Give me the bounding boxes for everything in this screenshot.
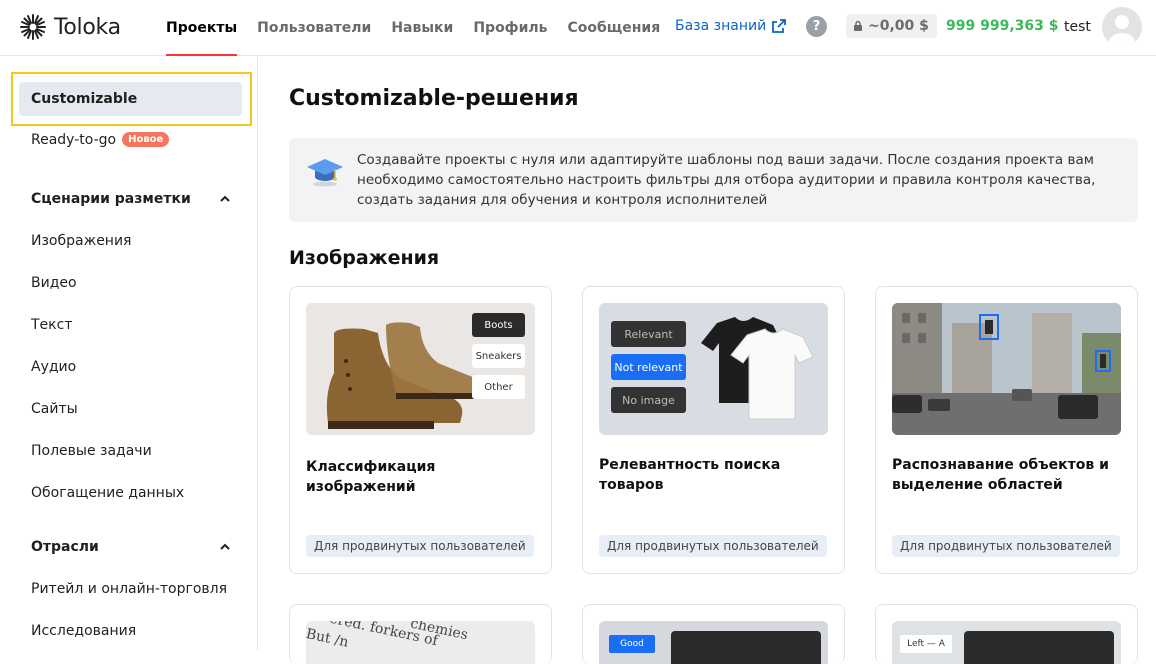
card-side-by-side[interactable]: Good — [582, 604, 845, 664]
nav-messages[interactable]: Сообщения — [558, 0, 671, 56]
card-product-relevance[interactable]: Relevant Not relevant No image Релевантн… — [582, 286, 845, 574]
top-header: Toloka Проекты Пользователи Навыки Профи… — [0, 0, 1156, 56]
section-images-title: Изображения — [289, 247, 440, 269]
nav-profile[interactable]: Профиль — [463, 0, 557, 56]
account-balance[interactable]: 999 999,363 $ — [946, 18, 1058, 34]
card-image — [892, 303, 1121, 435]
card-image: Relevant Not relevant No image — [599, 303, 828, 435]
label-chip: Sneakers — [472, 344, 525, 368]
chevron-up-icon — [220, 543, 230, 550]
user-avatar-icon — [1109, 15, 1135, 47]
nav-skills[interactable]: Навыки — [381, 0, 463, 56]
info-text: Создавайте проекты с нуля или адаптируйт… — [357, 152, 1096, 208]
main-content: Customizable-решения Создавайте проекты … — [289, 57, 1139, 664]
card-image: ered. forkers of chemies But /n — [306, 621, 535, 664]
sidebar-item-label: Ready-to-go — [31, 132, 117, 148]
section-scenarios-title: Сценарии разметки — [31, 191, 191, 207]
main-nav: Проекты Пользователи Навыки Профиль Сооб… — [156, 0, 670, 56]
card-tag: Для продвинутых пользователей — [892, 535, 1120, 557]
sidebar: Customizable Ready-to-go Новое Сценарии р… — [0, 57, 258, 650]
street-illustration — [892, 303, 1121, 435]
locked-balance: ~0,00 $ — [846, 14, 937, 38]
newspaper-text-illustration: ered. forkers of chemies But /n — [306, 621, 535, 664]
card-image: Left — A — [892, 621, 1121, 664]
graduation-cap-icon — [307, 159, 343, 187]
card-comparison[interactable]: Left — A — [875, 604, 1138, 664]
chevron-up-icon — [220, 195, 230, 202]
sidebar-item-text[interactable]: Текст — [31, 317, 72, 333]
nav-users[interactable]: Пользователи — [247, 0, 381, 56]
sidebar-item-data-enrichment[interactable]: Обогащение данных — [31, 485, 184, 501]
sidebar-item-ready-to-go[interactable]: Ready-to-go Новое — [31, 132, 170, 148]
card-image: Boots Sneakers Other — [306, 303, 535, 435]
sidebar-item-images[interactable]: Изображения — [31, 233, 131, 249]
sidebar-item-sites[interactable]: Сайты — [31, 401, 78, 417]
page-title: Customizable-решения — [289, 86, 579, 111]
lock-icon — [854, 20, 862, 31]
label-chip: Boots — [472, 313, 525, 337]
knowledge-base-link[interactable]: База знаний — [675, 18, 787, 34]
card-object-detection[interactable]: Распознавание объектов и выделение облас… — [875, 286, 1138, 574]
info-banner: Создавайте проекты с нуля или адаптируйт… — [289, 138, 1138, 222]
toloka-logo-icon — [20, 14, 46, 40]
sidebar-item-field-tasks[interactable]: Полевые задачи — [31, 443, 152, 459]
section-industries-title: Отрасли — [31, 539, 99, 555]
laptop-screen — [964, 631, 1114, 664]
laptop-screen — [671, 631, 821, 664]
sidebar-item-customizable[interactable]: Customizable — [19, 82, 242, 116]
sidebar-item-retail[interactable]: Ритейл и онлайн-торговля — [31, 581, 227, 597]
sidebar-item-audio[interactable]: Аудио — [31, 359, 76, 375]
avatar[interactable] — [1102, 7, 1142, 47]
card-title: Классификация изображений — [306, 459, 436, 495]
logo-text: Toloka — [54, 14, 121, 40]
locked-balance-value: ~0,00 $ — [868, 18, 929, 34]
nav-projects[interactable]: Проекты — [156, 0, 247, 56]
card-tag: Для продвинутых пользователей — [306, 535, 534, 557]
sidebar-item-research[interactable]: Исследования — [31, 623, 136, 639]
toloka-logo[interactable]: Toloka — [18, 12, 121, 42]
section-industries[interactable]: Отрасли — [31, 539, 231, 555]
label-chip: Good — [609, 635, 655, 653]
label-chip: Left — A — [900, 635, 952, 653]
label-chip: No image — [611, 387, 686, 413]
card-title: Релевантность поиска товаров — [599, 457, 781, 493]
help-icon[interactable]: ? — [806, 16, 827, 37]
knowledge-base-label: База знаний — [675, 18, 767, 34]
card-image: Good — [599, 621, 828, 664]
sidebar-item-video[interactable]: Видео — [31, 275, 77, 291]
label-chip: Not relevant — [611, 354, 686, 380]
new-badge: Новое — [122, 132, 170, 147]
label-chip: Other — [472, 375, 525, 399]
user-name[interactable]: test — [1064, 19, 1091, 35]
card-text-recognition[interactable]: ered. forkers of chemies But /n — [289, 604, 552, 664]
card-title: Распознавание объектов и выделение облас… — [892, 457, 1109, 493]
label-chip: Relevant — [611, 321, 686, 347]
external-link-icon — [772, 19, 787, 33]
card-image-classification[interactable]: Boots Sneakers Other Классификация изобр… — [289, 286, 552, 574]
card-tag: Для продвинутых пользователей — [599, 535, 827, 557]
section-scenarios[interactable]: Сценарии разметки — [31, 191, 231, 207]
